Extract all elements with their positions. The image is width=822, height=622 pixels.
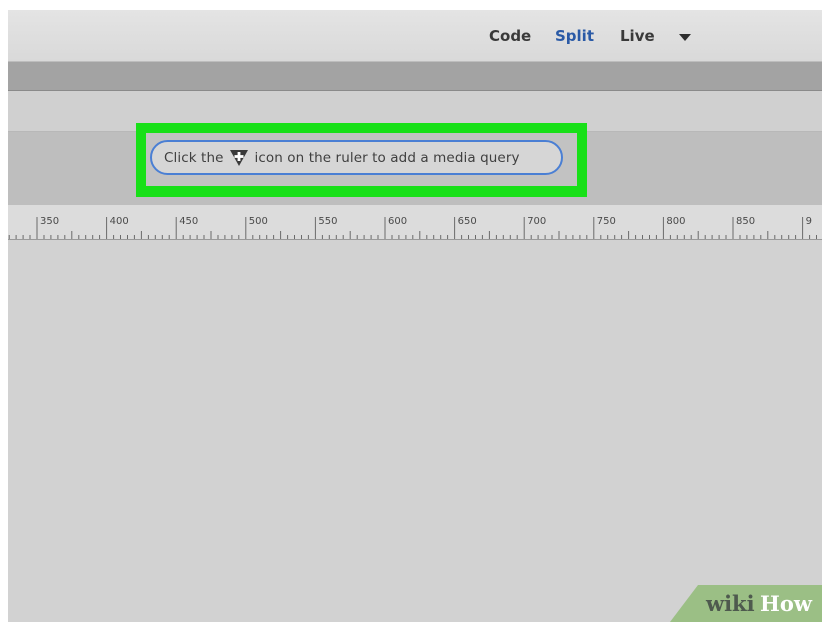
ruler-tick-label: 350 xyxy=(40,216,59,227)
ruler-tick-label: 850 xyxy=(736,216,755,227)
ruler-tick-label: 9 xyxy=(806,216,812,227)
dreamweaver-window: Code Split Live 350 400 450 500 550 600 650 700… xyxy=(8,10,822,622)
split-view-button[interactable]: Split xyxy=(555,25,594,47)
media-query-bar-section: Click the icon on the ruler to add a med… xyxy=(146,133,577,186)
add-media-query-icon xyxy=(229,149,248,166)
hint-text-before: Click the xyxy=(164,149,224,166)
wikihow-watermark: wiki How xyxy=(670,585,822,622)
ruler-tick-label: 700 xyxy=(527,216,546,227)
watermark-wiki-text: wiki xyxy=(706,591,755,616)
ruler-tick-label: 450 xyxy=(179,216,198,227)
screenshot: Code Split Live 350 400 450 500 550 600 650 700… xyxy=(0,0,822,622)
live-view-button[interactable]: Live xyxy=(620,25,655,47)
hint-text-after: icon on the ruler to add a media query xyxy=(254,149,520,166)
ruler-tick-label: 500 xyxy=(249,216,268,227)
ruler-tick-label: 400 xyxy=(110,216,129,227)
ruler-tick-label: 800 xyxy=(666,216,685,227)
media-query-hint-pill[interactable]: Click the icon on the ruler to add a med… xyxy=(150,140,563,175)
document-toolbar: Code Split Live xyxy=(8,10,822,62)
caret-down-icon[interactable] xyxy=(677,31,693,43)
watermark-how-text: How xyxy=(760,591,812,616)
ruler[interactable]: 350 400 450 500 550 600 650 700 750 800 850 9 xyxy=(8,205,822,240)
ruler-tick-label: 600 xyxy=(388,216,407,227)
ruler-scale: 350 400 450 500 550 600 650 700 750 800 850 9 xyxy=(8,216,817,239)
ruler-tick-label: 750 xyxy=(597,216,616,227)
code-view-button[interactable]: Code xyxy=(489,25,531,47)
ruler-tick-label: 650 xyxy=(458,216,477,227)
ruler-tick-label: 550 xyxy=(318,216,337,227)
design-view-area[interactable] xyxy=(8,240,822,622)
document-tab-bar xyxy=(8,62,822,91)
media-query-highlight: Click the icon on the ruler to add a med… xyxy=(136,123,587,197)
